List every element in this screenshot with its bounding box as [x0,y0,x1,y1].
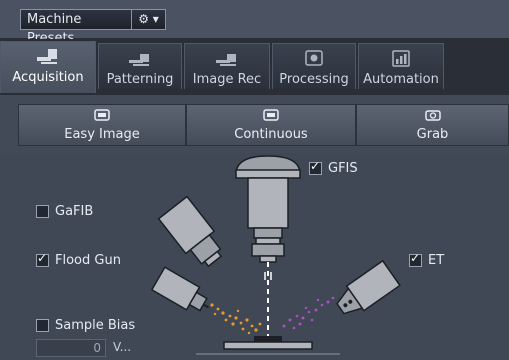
flood-gun-label: Flood Gun [55,253,121,268]
grab-button[interactable]: Grab [356,104,509,146]
tab-automation[interactable]: Automation [358,43,444,89]
tab-label: Acquisition [12,70,84,85]
processing-icon [305,50,323,66]
acquisition-mode-bar: Easy Image Continuous Grab [0,95,509,153]
et-detector-icon [336,259,401,315]
mode-label: Continuous [234,127,308,142]
acquisition-icon [37,49,57,64]
gafib-column-icon [157,195,223,268]
gfis-label: GFIS [328,161,358,176]
tab-label: Image Rec [192,72,262,87]
gafib-checkbox[interactable]: GaFIB [36,204,93,219]
mode-label: Easy Image [64,127,140,142]
camera-icon [424,110,441,121]
patterning-icon [129,54,149,66]
sample-bias-label: Sample Bias [55,318,136,333]
gfis-column-icon [235,155,301,263]
gear-icon: ⚙ [138,12,149,26]
et-checkbox[interactable]: ET [409,251,445,268]
gfis-checkbox[interactable]: GFIS [309,159,358,176]
tab-bar: Acquisition Patterning Image Rec Process… [0,39,509,95]
et-label: ET [428,253,445,268]
checkbox-icon [36,319,49,332]
easy-image-button[interactable]: Easy Image [18,104,186,146]
tab-label: Patterning [106,72,174,87]
chevron-down-icon: ▾ [152,12,159,26]
tab-label: Processing [279,72,349,87]
bias-unit-label: V... [113,340,132,354]
checkbox-check-icon [36,251,49,267]
continuous-button[interactable]: Continuous [186,104,356,146]
automation-icon [392,50,410,67]
sample-bias-input[interactable]: 0 [36,339,106,357]
preset-toolbar: Machine Presets ⚙ ▾ [0,0,509,46]
checkbox-check-icon [409,251,422,267]
acquisition-panel: Machine Presets ⚙ ▾ Acquisition Patterni… [0,0,509,360]
mode-label: Grab [416,127,449,142]
tab-processing[interactable]: Processing [272,43,356,89]
electron-particles [282,296,335,330]
tab-acquisition[interactable]: Acquisition [0,41,96,93]
checkbox-icon [36,205,49,218]
sample-stage-icon [196,336,340,355]
image-rec-icon [216,54,236,66]
checkbox-check-icon [309,159,322,175]
tab-image-rec[interactable]: Image Rec [184,43,270,89]
continuous-icon [263,109,279,121]
ion-particles [210,303,262,335]
flood-gun-icon [150,266,210,312]
tab-patterning[interactable]: Patterning [98,43,182,89]
tab-label: Automation [363,72,439,87]
easy-image-icon [94,109,110,121]
flood-gun-checkbox[interactable]: Flood Gun [36,251,121,268]
machine-presets-button[interactable]: Machine Presets [20,9,132,46]
preset-options-button[interactable]: ⚙ ▾ [132,9,166,30]
gafib-label: GaFIB [55,204,94,219]
sample-bias-checkbox[interactable]: Sample Bias [36,318,135,333]
